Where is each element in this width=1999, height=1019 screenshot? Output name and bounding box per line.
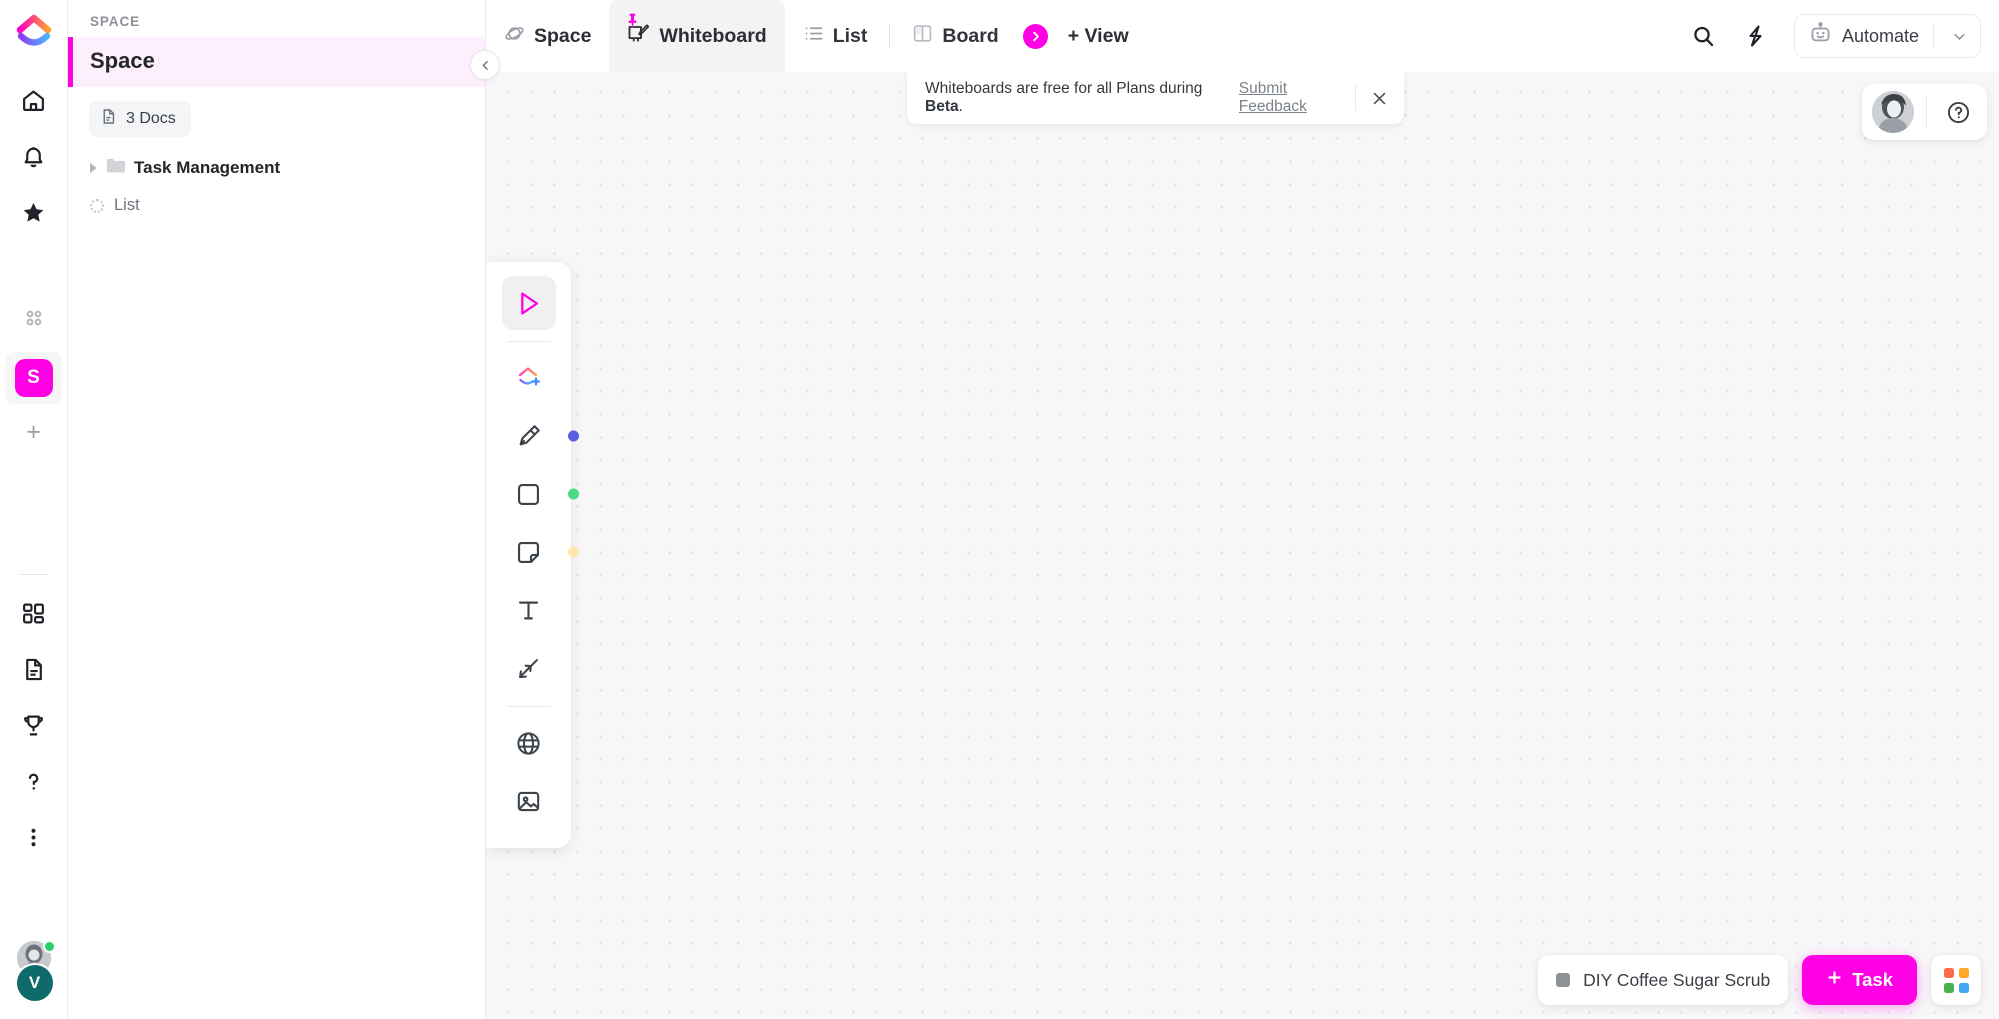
close-icon[interactable] [1356,72,1404,124]
banner-text-after: . [958,98,963,115]
tab-space-label: Space [534,24,592,47]
tab-board[interactable]: Board [894,0,1016,72]
tab-list[interactable]: List [785,0,886,72]
add-view-button[interactable]: + View [1054,25,1143,48]
three-dots-vertical-icon[interactable] [12,815,56,859]
list-icon [803,23,824,49]
tool-image[interactable] [502,774,556,828]
pen-color-dot[interactable] [567,430,579,442]
tool-select-cursor[interactable] [501,276,556,330]
space-badge-wrap: S [5,352,62,404]
sidebar-folder-label: Task Management [134,158,281,177]
document-icon [100,108,117,130]
space-orbit-icon [504,23,525,49]
clickup-whiteboard-app: S + V SPACE Space 3 Docs Task Management… [0,0,1999,1019]
top-toolbar: Space Whiteboard List Board + View Autom… [486,0,1999,72]
tab-space[interactable]: Space [486,0,609,72]
tab-divider [889,23,891,49]
top-right-actions: Automate [1684,14,1981,58]
main-area: Space Whiteboard List Board + View Autom… [486,0,1999,1019]
tab-whiteboard[interactable]: Whiteboard [609,0,785,72]
add-space-button[interactable]: + [12,410,56,454]
online-status-dot [42,940,56,953]
tab-whiteboard-label: Whiteboard [659,24,767,47]
chevron-down-icon[interactable] [1944,29,1974,44]
tool-shape[interactable] [502,467,579,521]
banner-text: Whiteboards are free for all Plans durin… [925,80,1233,116]
rail-divider [18,574,49,575]
sidebar-section-label: SPACE [90,14,141,29]
robot-icon [1809,22,1832,50]
toolbar-divider-bottom [506,706,551,707]
tool-sticky-note[interactable] [502,525,579,579]
banner-text-before: Whiteboards are free for all Plans durin… [925,80,1203,97]
help-pill-divider [1926,97,1927,127]
tool-embed[interactable] [502,716,556,770]
avatar-initial[interactable]: V [14,963,55,1003]
bottom-action-bar: DIY Coffee Sugar Scrub Task [1538,955,1981,1005]
user-help-pill [1862,84,1987,140]
lightning-bolt-icon[interactable] [1736,17,1774,55]
search-icon[interactable] [1684,17,1722,55]
tool-text[interactable] [502,583,556,637]
page-title: Space [90,48,155,73]
trophy-icon[interactable] [12,703,56,747]
apps-grid-icon[interactable] [1931,955,1981,1005]
sidebar-item-folder[interactable]: Task Management [68,147,485,188]
view-tabs: Space Whiteboard List Board + View [486,0,1143,72]
bell-icon[interactable] [12,134,56,178]
star-icon[interactable] [12,190,56,234]
avatar-stack: V [12,939,56,1005]
add-task-button[interactable]: Task [1802,955,1917,1005]
toolbar-divider-top [506,341,551,342]
tab-list-label: List [832,24,868,47]
folder-icon [106,157,125,179]
add-task-label: Task [1852,969,1893,990]
shape-color-dot[interactable] [567,488,579,500]
sidebar: SPACE Space 3 Docs Task Management List [68,0,500,1019]
clickup-logo-icon[interactable] [12,10,56,54]
question-circle-icon[interactable] [1939,93,1977,131]
tab-board-label: Board [942,24,999,47]
board-columns-icon [912,23,933,49]
add-view-label: + View [1067,24,1129,47]
collapse-sidebar-button[interactable] [470,50,500,80]
chevron-right-icon[interactable] [90,163,97,173]
tool-connector[interactable] [502,641,556,695]
docs-chip-label: 3 Docs [126,110,176,127]
sidebar-list-label: List [114,196,140,214]
task-name-field[interactable]: DIY Coffee Sugar Scrub [1538,955,1789,1005]
sidebar-item-space-badge[interactable]: S [14,359,53,397]
automate-button[interactable]: Automate [1793,14,1981,58]
submit-feedback-link[interactable]: Submit Feedback [1239,80,1355,116]
sticky-color-dot[interactable] [567,546,579,558]
beta-banner: Whiteboards are free for all Plans durin… [907,72,1404,124]
tool-pen[interactable] [502,409,579,463]
sidebar-item-list[interactable]: List [68,188,485,223]
tool-add-task[interactable] [502,351,556,405]
document-icon[interactable] [12,647,56,691]
left-rail: S + V [0,0,68,1019]
automate-divider [1933,24,1934,48]
banner-bold: Beta [925,98,959,115]
task-status-square-icon [1556,973,1571,987]
whiteboard-toolbar [486,262,579,848]
automate-label: Automate [1841,25,1919,46]
loading-spinner-icon [90,198,104,213]
four-dot-grid-icon[interactable] [12,296,56,340]
task-name-value: DIY Coffee Sugar Scrub [1583,969,1771,990]
user-avatar[interactable] [1872,91,1914,133]
home-icon[interactable] [12,78,56,122]
plus-icon [1826,969,1843,991]
apps-grid-dots [1943,967,1969,993]
question-mark-icon[interactable] [12,759,56,803]
pin-icon [627,13,638,33]
docs-chip[interactable]: 3 Docs [89,101,191,137]
whiteboard-canvas[interactable]: Whiteboards are free for all Plans durin… [486,72,1999,1019]
rail-bottom: V [0,933,67,1019]
more-views-chevron-icon[interactable] [1022,23,1048,49]
dashboard-grid-icon[interactable] [12,591,56,635]
sidebar-item-space[interactable]: Space [68,37,485,87]
